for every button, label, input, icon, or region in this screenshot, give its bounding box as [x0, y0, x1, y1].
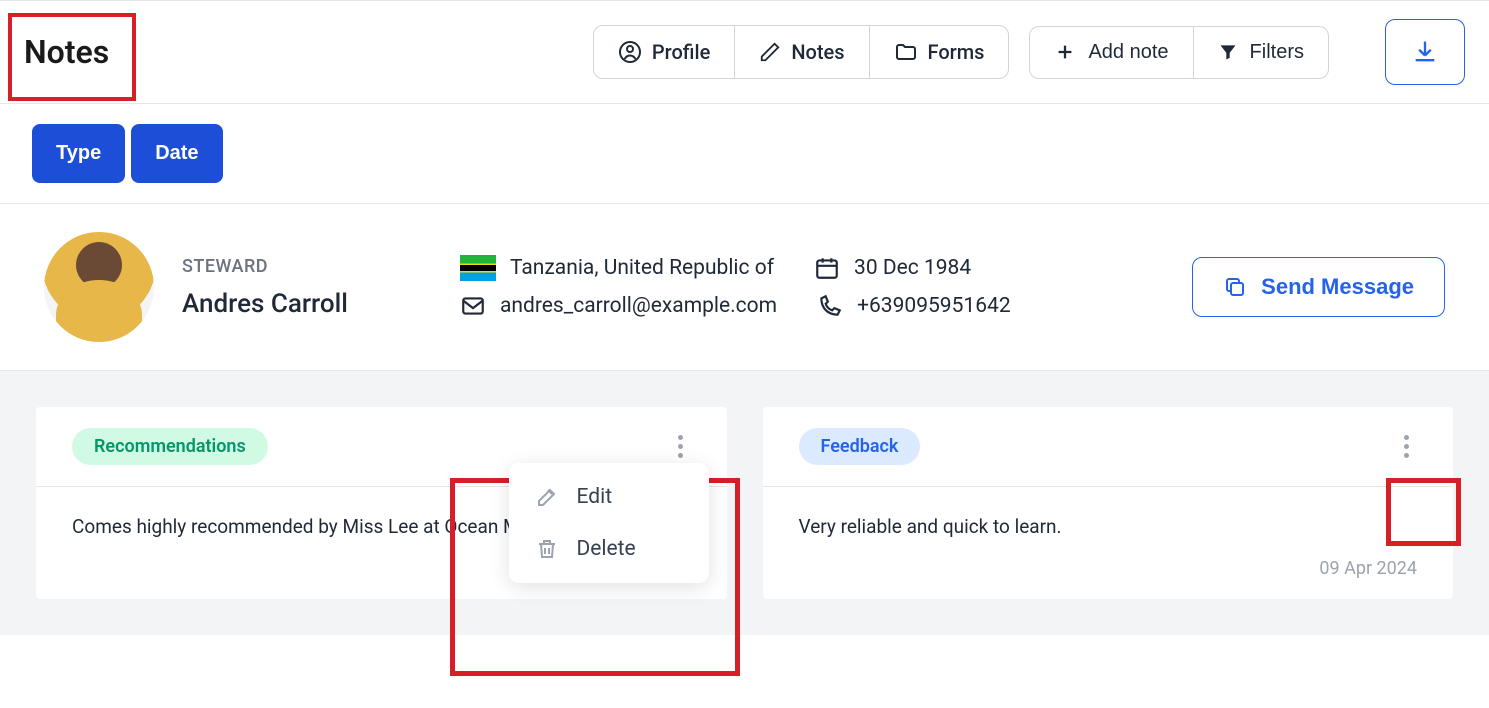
add-note-label: Add note [1088, 41, 1168, 64]
popup-edit[interactable]: Edit [509, 471, 709, 523]
send-message-button[interactable]: Send Message [1192, 257, 1445, 317]
filter-type-pill[interactable]: Type [32, 124, 125, 183]
popup-edit-label: Edit [577, 485, 613, 509]
download-icon [1411, 38, 1439, 66]
country-item: Tanzania, United Republic of [460, 255, 774, 281]
phone-text: +639095951642 [857, 294, 1011, 318]
tab-profile-label: Profile [652, 40, 710, 64]
edit-icon [535, 485, 559, 509]
note-body: Very reliable and quick to learn. [763, 487, 1454, 558]
person-row: STEWARD Andres Carroll Tanzania, United … [0, 204, 1489, 371]
popup-delete[interactable]: Delete [509, 523, 709, 575]
filter-date-pill[interactable]: Date [131, 124, 222, 183]
email-text: andres_carroll@example.com [500, 294, 777, 318]
tab-forms-label: Forms [928, 40, 985, 64]
copy-icon [1223, 275, 1247, 299]
filter-row: Type Date [0, 104, 1489, 204]
person-name: Andres Carroll [182, 289, 432, 319]
filter-icon [1218, 42, 1238, 62]
dob-text: 30 Dec 1984 [854, 256, 971, 280]
mail-icon [460, 293, 486, 319]
flag-icon [460, 255, 496, 281]
pencil-icon [759, 41, 781, 63]
phone-icon [817, 293, 843, 319]
folder-icon [894, 40, 918, 64]
phone-item: +639095951642 [817, 293, 1011, 319]
send-message-label: Send Message [1261, 274, 1414, 300]
notes-area: Recommendations Comes highly recommended… [0, 371, 1489, 635]
header: Notes Profile Notes Forms [0, 1, 1489, 104]
email-item: andres_carroll@example.com [460, 293, 777, 319]
popup-menu: Edit Delete [509, 463, 709, 583]
popup-delete-label: Delete [577, 537, 636, 561]
user-circle-icon [618, 40, 642, 64]
download-button[interactable] [1385, 19, 1465, 85]
add-note-button[interactable]: Add note [1029, 26, 1193, 79]
kebab-menu-button[interactable] [670, 427, 691, 466]
tab-profile[interactable]: Profile [594, 26, 735, 78]
plus-icon [1054, 41, 1076, 63]
note-date: 09 Apr 2024 [763, 558, 1454, 599]
calendar-icon [814, 255, 840, 281]
action-group: Add note Filters [1029, 26, 1329, 79]
tab-forms[interactable]: Forms [870, 26, 1009, 78]
tab-notes-label: Notes [791, 40, 844, 64]
note-tag: Feedback [799, 428, 921, 465]
kebab-menu-button[interactable] [1396, 427, 1417, 466]
country-text: Tanzania, United Republic of [510, 256, 774, 280]
note-tag: Recommendations [72, 428, 268, 465]
tab-group: Profile Notes Forms [593, 25, 1010, 79]
filters-label: Filters [1250, 41, 1304, 64]
page-title: Notes [24, 33, 109, 71]
avatar [44, 232, 154, 342]
tab-notes[interactable]: Notes [735, 26, 869, 78]
trash-icon [535, 537, 559, 561]
role-label: STEWARD [182, 256, 432, 277]
note-card: Recommendations Comes highly recommended… [36, 407, 727, 599]
note-card: Feedback Very reliable and quick to lear… [763, 407, 1454, 599]
filters-button[interactable]: Filters [1194, 26, 1329, 79]
dob-item: 30 Dec 1984 [814, 255, 971, 281]
